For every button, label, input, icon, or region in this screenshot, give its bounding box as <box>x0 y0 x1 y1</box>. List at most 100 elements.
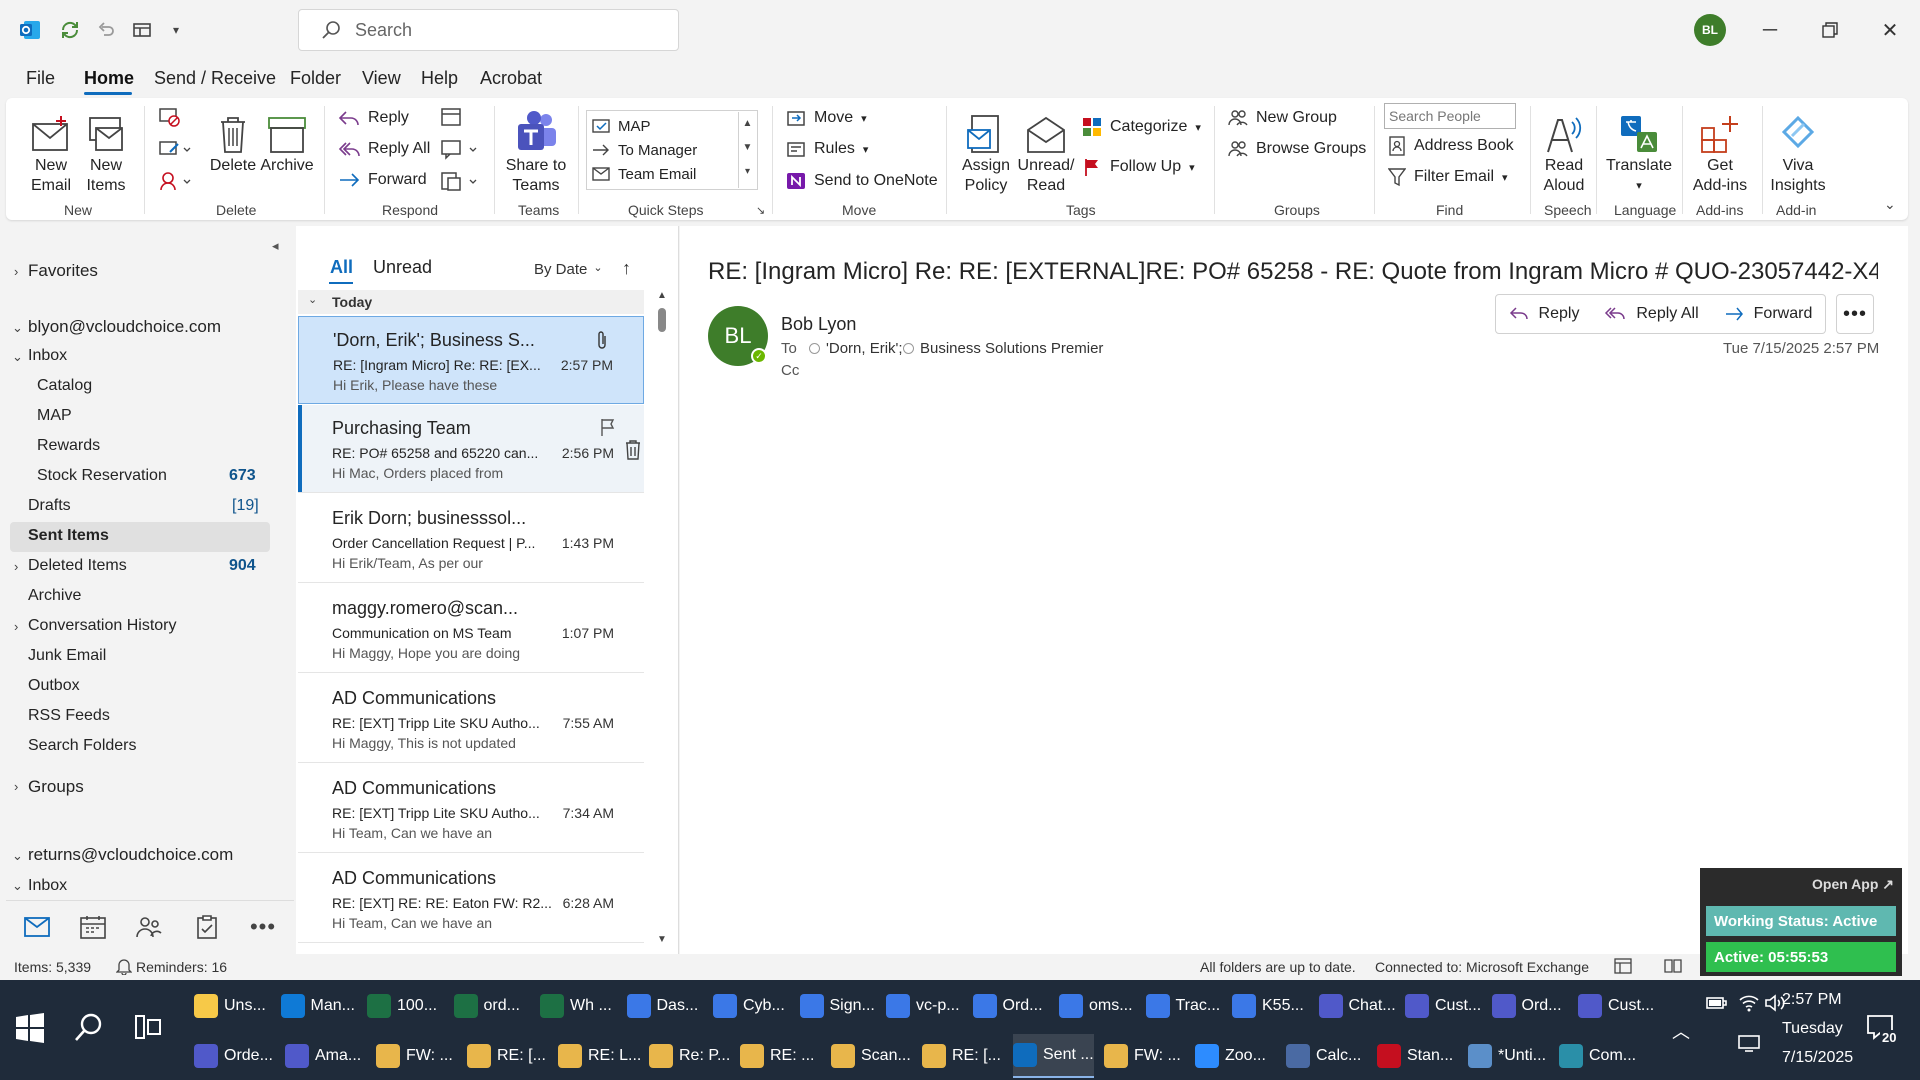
more-respond-icon[interactable] <box>440 170 480 192</box>
taskbar-app-r1-5[interactable]: Das... <box>626 984 698 1028</box>
taskbar-app-r2-1[interactable]: Ama... <box>285 1034 361 1078</box>
taskbar-app-r1-4[interactable]: Wh ... <box>540 984 612 1028</box>
tab-acrobat[interactable]: Acrobat <box>480 68 542 89</box>
taskbar-app-r2-6[interactable]: RE: ... <box>740 1034 814 1078</box>
im-icon[interactable] <box>440 138 480 160</box>
task-view-icon[interactable] <box>134 1014 162 1040</box>
taskbar-app-r2-9[interactable]: Sent ... <box>1013 1034 1094 1078</box>
scroll-down-icon[interactable]: ▼ <box>657 934 667 945</box>
folder-deleted-items[interactable]: Deleted Items <box>28 557 127 575</box>
filter-tab-all[interactable]: All <box>330 257 353 278</box>
collapse-pane-icon[interactable]: ◂ <box>272 238 279 254</box>
folder-rewards[interactable]: Rewards <box>37 437 100 455</box>
taskbar-app-r1-0[interactable]: Uns... <box>194 984 266 1028</box>
list-item[interactable]: AD Communications RE: [EXT] RE: RE: Eato… <box>298 855 644 943</box>
list-item[interactable]: maggy.romero@scan... Communication on MS… <box>298 585 644 673</box>
reply-all-action-button[interactable]: Reply All <box>1592 294 1712 334</box>
wifi-icon[interactable] <box>1738 994 1760 1012</box>
share-to-teams-button[interactable]: Share to Teams <box>504 106 568 196</box>
taskbar-app-r1-15[interactable]: Ord... <box>1491 984 1562 1028</box>
folder-inbox-returns[interactable]: Inbox <box>28 877 67 895</box>
account-returns[interactable]: returns@vcloudchoice.com <box>28 845 233 865</box>
translate-button[interactable]: Translate ▾ <box>1606 106 1672 196</box>
list-item[interactable]: AD Communications RE: [EXT] Tripp Lite S… <box>298 765 644 853</box>
taskbar-app-r2-14[interactable]: *Unti... <box>1468 1034 1546 1078</box>
filter-tab-unread[interactable]: Unread <box>373 257 432 278</box>
folder-catalog[interactable]: Catalog <box>37 377 92 395</box>
list-item[interactable]: AD Communications RE: [EXT] Tripp Lite S… <box>298 675 644 763</box>
taskbar-app-r2-0[interactable]: Orde... <box>194 1034 273 1078</box>
scrollbar-thumb[interactable] <box>658 308 666 332</box>
taskbar-app-r1-16[interactable]: Cust... <box>1578 984 1654 1028</box>
folder-favorites[interactable]: Favorites <box>28 261 98 281</box>
undo-icon[interactable] <box>94 18 118 42</box>
categorize-button[interactable]: Categorize ▾ <box>1082 115 1201 139</box>
chevron-down-icon[interactable]: ⌄ <box>12 320 23 336</box>
get-addins-button[interactable]: Get Add-ins <box>1690 106 1750 196</box>
taskbar-app-r2-12[interactable]: Calc... <box>1286 1034 1361 1078</box>
taskbar-app-r1-10[interactable]: oms... <box>1059 984 1133 1028</box>
chevron-right-icon[interactable]: › <box>14 779 18 794</box>
calendar-nav-icon[interactable] <box>78 912 108 942</box>
taskbar-app-r1-1[interactable]: Man... <box>280 984 355 1028</box>
taskbar-app-r1-2[interactable]: 100... <box>367 984 437 1028</box>
recipient-2[interactable]: Business Solutions Premier <box>920 340 1103 357</box>
sync-icon[interactable] <box>58 18 82 42</box>
chevron-down-icon[interactable]: ⌄ <box>12 848 23 864</box>
folder-junk-email[interactable]: Junk Email <box>28 647 106 665</box>
tab-folder[interactable]: Folder <box>290 68 341 89</box>
move-button[interactable]: Move ▾ <box>786 106 867 130</box>
recipient-1[interactable]: 'Dorn, Erik'; <box>826 340 903 357</box>
tab-file[interactable]: File <box>26 68 55 89</box>
meeting-icon[interactable] <box>440 106 464 128</box>
clock-time[interactable]: 2:57 PM <box>1782 991 1842 1009</box>
browse-groups-button[interactable]: Browse Groups <box>1228 137 1366 161</box>
chevron-right-icon[interactable]: › <box>14 264 18 279</box>
clock-day[interactable]: Tuesday <box>1782 1020 1843 1038</box>
chevron-down-icon[interactable]: ⌄ <box>308 293 317 306</box>
quick-steps-scroll[interactable]: ▲ ▼ ▾ <box>738 112 756 188</box>
taskbar-app-r1-12[interactable]: K55... <box>1232 984 1304 1028</box>
reply-button[interactable]: Reply <box>338 106 409 130</box>
list-item[interactable]: 'Dorn, Erik'; Business S... RE: [Ingram … <box>298 316 644 404</box>
sender-name[interactable]: Bob Lyon <box>781 314 856 335</box>
more-actions-icon[interactable]: ••• <box>1836 294 1874 334</box>
archive-button[interactable]: Archive <box>260 106 314 176</box>
account-blyon[interactable]: blyon@vcloudchoice.com <box>28 317 221 337</box>
chevron-right-icon[interactable]: › <box>14 559 18 574</box>
network-icon[interactable] <box>1706 994 1728 1012</box>
taskbar-app-r2-5[interactable]: Re: P... <box>649 1034 730 1078</box>
send-to-onenote-button[interactable]: Send to OneNote <box>786 169 938 193</box>
cleanup-icon[interactable] <box>158 138 194 160</box>
taskbar-app-r1-7[interactable]: Sign... <box>799 984 875 1028</box>
taskbar-app-r2-13[interactable]: Stan... <box>1377 1034 1453 1078</box>
normal-view-icon[interactable] <box>1614 958 1632 974</box>
windows-start-icon[interactable] <box>14 1012 46 1044</box>
taskbar-app-r2-2[interactable]: FW: ... <box>376 1034 453 1078</box>
viva-insights-button[interactable]: Viva Insights <box>1766 106 1830 196</box>
taskbar-app-r1-11[interactable]: Trac... <box>1145 984 1220 1028</box>
quick-step-to-manager[interactable]: To Manager <box>592 138 697 162</box>
reminders-count[interactable]: Reminders: 16 <box>136 959 227 975</box>
taskbar-app-r2-8[interactable]: RE: [... <box>922 1034 1001 1078</box>
folder-search-folders[interactable]: Search Folders <box>28 737 137 755</box>
forward-button[interactable]: Forward <box>338 168 427 192</box>
taskbar-app-r1-13[interactable]: Chat... <box>1318 984 1396 1028</box>
unread-read-button[interactable]: Unread/ Read <box>1018 106 1074 196</box>
user-avatar[interactable]: BL <box>1694 14 1726 46</box>
taskbar-app-r2-7[interactable]: Scan... <box>831 1034 911 1078</box>
reading-view-icon[interactable] <box>1664 958 1682 974</box>
chevron-down-icon[interactable]: ⌄ <box>12 878 23 894</box>
delete-button[interactable]: Delete <box>208 106 258 176</box>
taskbar-app-r2-4[interactable]: RE: L... <box>558 1034 641 1078</box>
new-email-button[interactable]: New Email <box>26 106 76 196</box>
search-box[interactable]: Search <box>298 9 679 51</box>
taskbar-app-r2-3[interactable]: RE: [... <box>467 1034 546 1078</box>
taskbar-app-r1-8[interactable]: vc-p... <box>886 984 960 1028</box>
show-hidden-icons[interactable]: ︿ <box>1672 1018 1690 1044</box>
new-items-button[interactable]: New Items <box>80 106 132 196</box>
restore-icon[interactable] <box>1810 10 1850 50</box>
more-apps-icon[interactable]: ••• <box>248 912 278 942</box>
sort-direction-icon[interactable]: ↑ <box>622 258 631 279</box>
filter-email-button[interactable]: Filter Email ▾ <box>1388 165 1508 189</box>
